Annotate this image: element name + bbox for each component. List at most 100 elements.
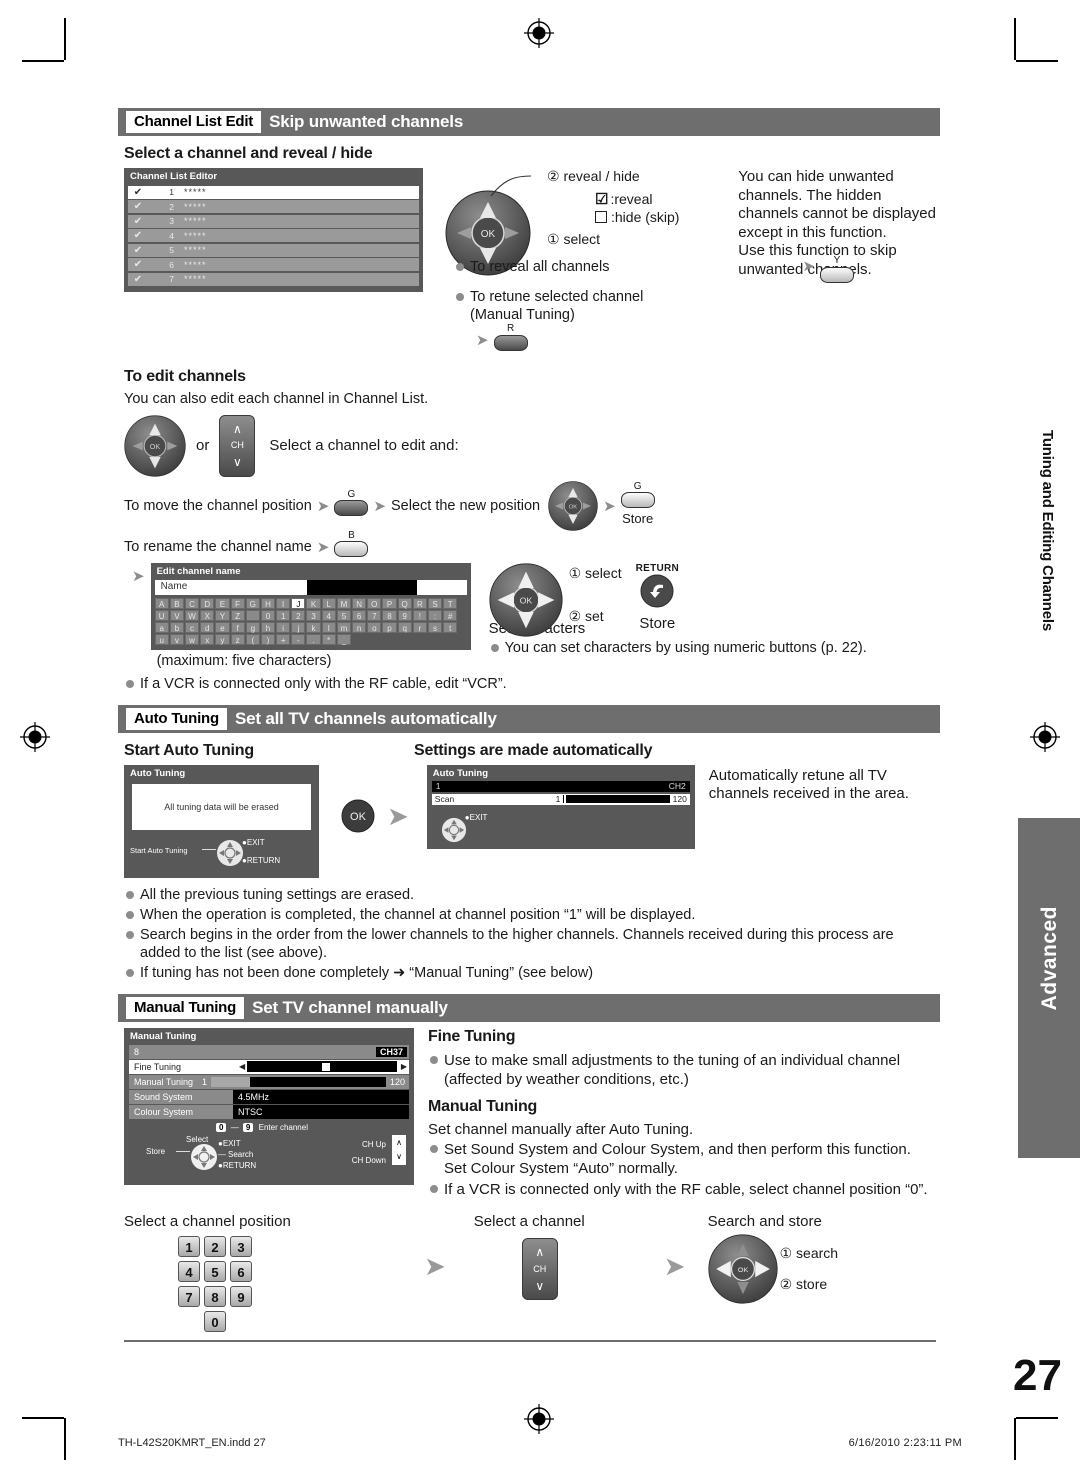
keyboard-key[interactable]: h [260,621,276,633]
channel-row[interactable]: ✔ 3 ***** [128,214,419,228]
slider-right-arrow-icon[interactable]: ▶ [399,1062,409,1071]
keyboard-key[interactable]: E [215,597,230,609]
keyboard-key[interactable]: d [200,621,215,633]
channel-row[interactable]: ✔ 7 ***** [128,272,419,286]
keyboard-key[interactable]: k [306,621,321,633]
name-input-row[interactable]: Name [154,579,467,595]
keyboard-key[interactable]: A [154,597,169,609]
return-icon[interactable] [640,574,674,608]
channel-checkbox-icon[interactable]: ✔ [128,229,148,242]
keyboard-key[interactable]: g [245,621,260,633]
numeric-key[interactable]: 8 [204,1286,226,1307]
keyboard-key[interactable]: L [321,597,336,609]
keyboard-key[interactable]: v [169,633,184,645]
keyboard-key[interactable]: i [276,621,291,633]
keyboard-key[interactable]: B [169,597,184,609]
keyboard-key[interactable]: a [154,621,169,633]
numeric-key[interactable]: 3 [230,1236,252,1257]
keyboard-key[interactable]: T [443,597,458,609]
keyboard-key[interactable]: # [443,609,458,621]
keyboard-key[interactable]: t [443,621,458,633]
keyboard-key[interactable]: 3 [306,609,321,621]
keyboard-key[interactable]: 2 [291,609,306,621]
keyboard-key[interactable]: S [427,597,443,609]
numeric-key[interactable]: 6 [230,1261,252,1282]
ch-updown-button[interactable]: ∧ CH ∨ [219,414,256,477]
numeric-keypad[interactable]: 1234567890 [176,1234,262,1334]
channel-row[interactable]: ✔ 5 ***** [128,243,419,257]
keyboard-key[interactable]: y [215,633,230,645]
keyboard-key[interactable]: + [276,633,291,645]
keyboard-key[interactable]: O [367,597,382,609]
numeric-key[interactable]: 9 [230,1286,252,1307]
keyboard-key[interactable]: u [154,633,169,645]
keyboard-key[interactable]: p [382,621,397,633]
keyboard-key[interactable]: Y [215,609,230,621]
channel-checkbox-icon[interactable]: ✔ [128,258,148,271]
key-b-button[interactable] [334,541,369,558]
keyboard-key[interactable]: I [276,597,291,609]
osd-mt-fine-tuning-row[interactable]: Fine Tuning ◀ ▶ [129,1059,409,1074]
osd-mt-manual-tuning-row[interactable]: Manual Tuning 1 120 [129,1074,409,1089]
ok-button-icon[interactable]: OK [341,799,375,833]
keyboard-key[interactable]: f [230,621,245,633]
keyboard-key[interactable]: W [184,609,200,621]
keyboard-key[interactable]: R [412,597,427,609]
keyboard-key[interactable]: J [291,597,306,609]
keyboard-key[interactable]: C [184,597,200,609]
ch-updown-button-step[interactable]: ∧ CH ∨ [521,1238,558,1300]
channel-checkbox-icon[interactable]: ✔ [128,244,148,257]
keyboard-key[interactable]: 9 [397,609,412,621]
keyboard-key[interactable]: H [260,597,276,609]
keyboard-key[interactable]: e [215,621,230,633]
keyboard-key[interactable]: 5 [336,609,352,621]
keyboard-key[interactable]: s [427,621,443,633]
keyboard-key[interactable]: m [336,621,352,633]
channel-checkbox-icon[interactable]: ✔ [128,273,148,286]
keyboard-key[interactable]: j [291,621,306,633]
channel-row[interactable]: ✔ 6 ***** [128,258,419,271]
keyboard-key[interactable]: o [367,621,382,633]
keyboard-key[interactable]: r [412,621,427,633]
keyboard-key[interactable]: w [184,633,200,645]
keyboard-key[interactable]: K [306,597,321,609]
osd-mt-sound-system-row[interactable]: Sound System 4.5MHz [129,1089,409,1104]
keyboard-key[interactable]: 0 [260,609,276,621]
keyboard-key[interactable]: b [169,621,184,633]
onscreen-keyboard[interactable]: ABCDEFGHIJKLMNOPQRSTUVWXYZ 0 1 2 3 4 5 6 7 8 9!: #… [154,597,467,645]
numeric-key[interactable]: 4 [178,1261,200,1282]
keyboard-key[interactable]: P [382,597,397,609]
key-g2-button[interactable] [620,492,655,509]
arrow-pad-icon[interactable]: OK [548,480,598,531]
slider-left-arrow-icon[interactable]: ◀ [237,1062,247,1071]
channel-checkbox-icon[interactable]: ✔ [128,215,148,228]
channel-checkbox-icon[interactable]: ✔ [128,200,148,213]
osd-mt-fine-tuning-slider[interactable] [247,1061,397,1072]
key-y-button[interactable] [820,267,854,284]
channel-row[interactable]: ✔ 1 ***** [128,185,419,199]
numeric-key[interactable]: 5 [204,1261,226,1282]
numeric-key[interactable]: 7 [178,1286,200,1307]
keyboard-key[interactable]: M [336,597,352,609]
keyboard-key[interactable]: c [184,621,200,633]
keyboard-key[interactable]: q [397,621,412,633]
keyboard-key[interactable]: 6 [352,609,367,621]
numeric-key[interactable]: 2 [204,1236,226,1257]
channel-checkbox-icon[interactable]: ✔ [128,186,148,199]
keyboard-key[interactable]: _ [336,633,352,645]
keyboard-key[interactable]: G [245,597,260,609]
keyboard-key[interactable]: 7 [367,609,382,621]
keyboard-key[interactable]: : [427,609,443,621]
keyboard-key[interactable]: - [291,633,306,645]
keyboard-key[interactable]: x [200,633,215,645]
keyboard-key[interactable]: n [352,621,367,633]
keyboard-key[interactable]: * [321,633,336,645]
keyboard-key[interactable]: X [200,609,215,621]
name-input-field[interactable] [306,579,417,595]
numeric-key[interactable]: 0 [204,1311,226,1332]
channel-row[interactable]: ✔ 4 ***** [128,229,419,242]
keyboard-key[interactable]: D [200,597,215,609]
keyboard-key[interactable]: F [230,597,245,609]
arrow-pad-icon[interactable]: OK [489,562,563,637]
keyboard-key[interactable]: ( [245,633,260,645]
